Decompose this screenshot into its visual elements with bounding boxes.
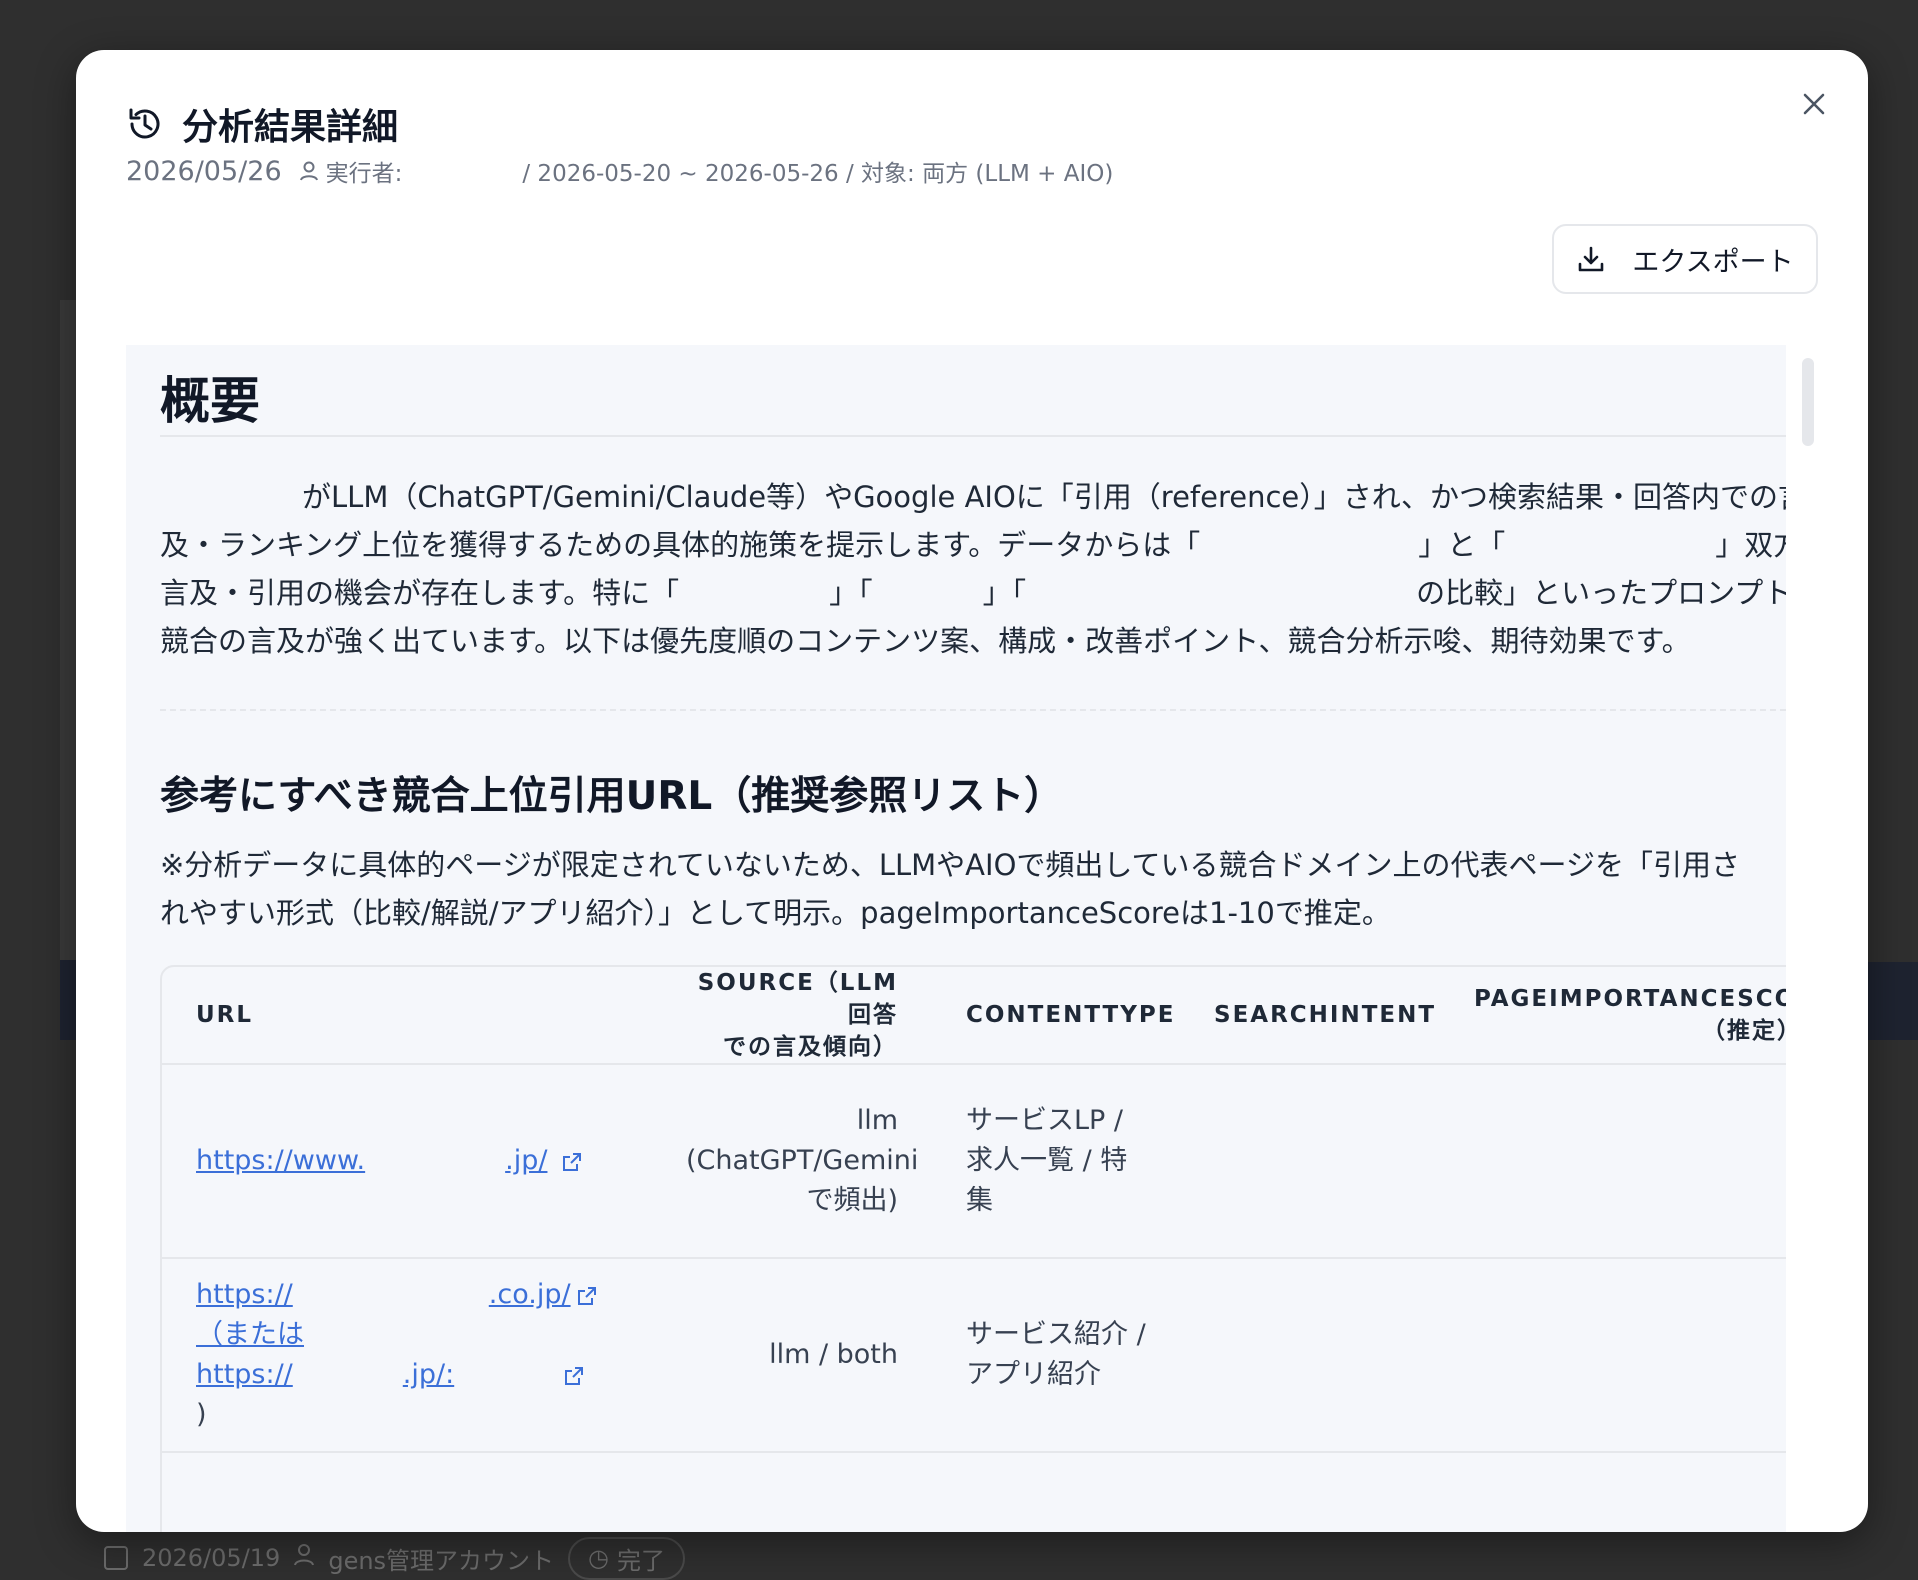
cell-source-line: (ChatGPT/Gemini [686, 1145, 919, 1176]
export-label: エクスポート [1632, 246, 1794, 278]
calendar-icon [104, 1546, 128, 1570]
analysis-date: 2026/05/26 [126, 155, 282, 187]
cell-source: llm (ChatGPT/Gemini で頻出) [652, 1101, 932, 1221]
column-url: URL [196, 1002, 254, 1028]
column-searchintent: SEARCHINTENT [1214, 1002, 1437, 1028]
cell-type-line: 求人一覧 / 特 [966, 1145, 1128, 1176]
table-row [162, 1453, 1786, 1532]
cell-url: https://.co.jp/ （または https://.jp/: ) [162, 1275, 652, 1435]
modal-header: 分析結果詳細 [126, 98, 398, 150]
reference-note-line: れやすい形式（比較/解説/アプリ紹介）」として明示。pageImportance… [160, 896, 1391, 930]
column-source-line: SOURCE（LLM回答 [697, 970, 898, 1028]
column-source: SOURCE（LLM回答 での言及傾向） [652, 967, 932, 1063]
external-link-icon[interactable] [577, 1286, 597, 1306]
cell-contenttype: サービスLP / 求人一覧 / 特 集 [932, 1101, 1180, 1221]
user-icon [299, 161, 318, 181]
overview-line: 競合の言及が強く出ています。以下は優先度順のコンテンツ案、構成・改善ポイント、競… [160, 624, 1691, 658]
user-icon [294, 1544, 315, 1572]
overview-line: 言及・引用の機会が存在します。特に「 [160, 576, 680, 610]
reference-note: ※分析データに具体的ページが限定されていないため、LLMやAIOで頻出している競… [160, 841, 1786, 937]
overview-line: 及・ランキング上位を獲得するための具体的施策を提示します。データからは「 [160, 528, 1201, 562]
reference-table: URL SOURCE（LLM回答 での言及傾向） CONTENTTYPE SEA… [160, 965, 1786, 1532]
period-and-target: / 2026-05-20 ~ 2026-05-26 / 対象: 両方 (LLM … [522, 161, 1114, 187]
overview-line: の比較」といったプロンプトで [1416, 576, 1786, 610]
cell-type-line: サービスLP / [966, 1105, 1124, 1136]
background-history-row: 2026/05/19 gens管理アカウント ◷ 完了 [104, 1536, 685, 1580]
download-icon [1579, 246, 1604, 272]
table-row: https://.co.jp/ （または https://.jp/: ) llm… [162, 1259, 1786, 1453]
external-link-icon[interactable] [564, 1366, 584, 1386]
scrollbar[interactable] [1802, 358, 1814, 446]
analysis-detail-modal: 分析結果詳細 2026/05/26 実行者: / 2026-05-20 ~ 20… [76, 50, 1868, 1532]
table-row: https://www. .jp/ llm (ChatGPT/Gemini で頻出… [162, 1065, 1786, 1259]
close-button[interactable] [1794, 84, 1834, 124]
cell-score: 9 [1440, 1335, 1786, 1375]
overview-line: 」「 [982, 576, 1027, 610]
reference-link-close: ) [196, 1399, 207, 1430]
cell-contenttype: サービス紹介 / アプリ紹介 [932, 1315, 1180, 1395]
section-divider [160, 709, 1786, 711]
background-highlight-right [1868, 962, 1918, 1040]
external-link-icon[interactable] [562, 1152, 582, 1172]
reference-link[interactable]: https://.jp/: [196, 1359, 558, 1390]
close-icon [1803, 93, 1825, 115]
executor-label: 実行者: [325, 161, 403, 187]
table-header: URL SOURCE（LLM回答 での言及傾向） CONTENTTYPE SEA… [162, 967, 1786, 1065]
check-icon: ◷ [588, 1544, 609, 1572]
background-user: gens管理アカウント [328, 1546, 555, 1575]
cell-score: 9 [1440, 1141, 1786, 1181]
column-score-line: PAGEIMPORTANCESCORE [1474, 986, 1786, 1012]
background-status-label: 完了 [617, 1546, 665, 1575]
reference-link[interactable]: https://.co.jp/ [196, 1279, 571, 1310]
cell-source-line: で頻出) [806, 1185, 898, 1216]
overview-line: がLLM（ChatGPT/Gemini/Claude等）やGoogle AIOに… [302, 480, 1786, 514]
overview-line: 」「 [829, 576, 873, 610]
column-score: PAGEIMPORTANCESCORE （推定） [1440, 983, 1786, 1047]
executor: 実行者: [299, 154, 403, 188]
cell-type-line: アプリ紹介 [966, 1359, 1101, 1390]
result-content: 概要 がLLM（ChatGPT/Gemini/Claude等）やGoogle A… [126, 345, 1786, 1532]
column-contenttype: CONTENTTYPE [966, 1002, 1176, 1028]
export-button[interactable]: エクスポート [1552, 224, 1818, 294]
overview-heading: 概要 [160, 345, 1786, 437]
column-source-line: での言及傾向） [723, 1034, 898, 1060]
cell-source-line: llm [856, 1105, 898, 1136]
overview-line: 」双方に [1715, 528, 1786, 562]
column-score-line: （推定） [1702, 1018, 1786, 1044]
overview-paragraph: がLLM（ChatGPT/Gemini/Claude等）やGoogle AIOに… [160, 473, 1786, 665]
reference-note-line: ※分析データに具体的ページが限定されていないため、LLMやAIOで頻出している競… [160, 848, 1740, 882]
history-icon [129, 108, 160, 139]
cell-source: llm / both [769, 1339, 898, 1370]
overview-line: 」と「 [1418, 528, 1506, 562]
background-status-badge: ◷ 完了 [568, 1536, 685, 1580]
modal-meta: 2026/05/26 実行者: / 2026-05-20 ~ 2026-05-2… [126, 154, 1113, 188]
cell-url: https://www. .jp/ [162, 1141, 652, 1181]
reference-link[interactable]: https://www. .jp/ [196, 1145, 547, 1176]
modal-title: 分析結果詳細 [182, 107, 399, 148]
cell-type-line: サービス紹介 / [966, 1319, 1146, 1350]
reference-link-note: （または [196, 1319, 304, 1350]
cell-type-line: 集 [966, 1185, 993, 1216]
background-date: 2026/05/19 [142, 1544, 281, 1572]
reference-heading: 参考にすべき競合上位引用URL（推奨参照リスト） [160, 774, 1064, 819]
